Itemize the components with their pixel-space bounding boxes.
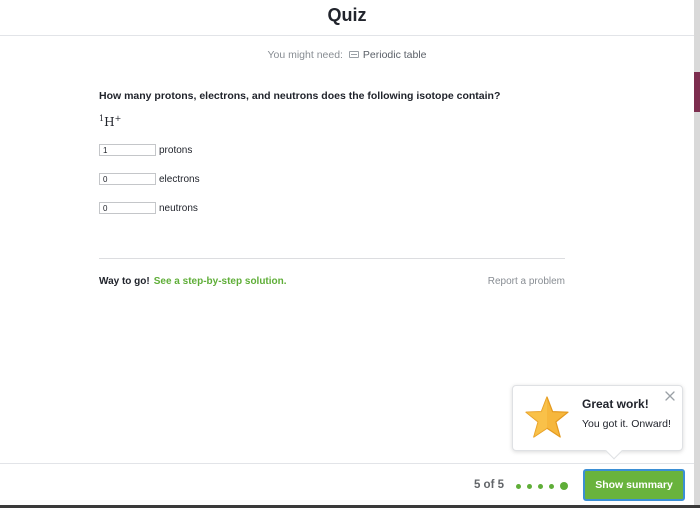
progress-dot	[516, 483, 521, 489]
window-edge	[694, 0, 700, 508]
quiz-footer: 5 of 5 Show summary	[0, 463, 694, 508]
feedback-bar: Way to go! See a step-by-step solution. R…	[99, 276, 565, 287]
feedback-message-group: Way to go! See a step-by-step solution.	[99, 276, 287, 287]
protons-label: protons	[159, 144, 193, 156]
answer-row-protons: protons	[99, 143, 565, 157]
popup-caret	[605, 442, 623, 460]
star-icon	[525, 396, 569, 438]
periodic-table-link[interactable]: Periodic table	[363, 49, 427, 61]
page-title: Quiz	[327, 5, 367, 25]
progress-dot	[538, 483, 543, 489]
isotope-formula: 1H+	[99, 114, 565, 134]
progress-dots	[516, 482, 574, 490]
scroll-accent	[694, 72, 700, 112]
success-popup: Great work! You got it. Onward!	[512, 385, 683, 460]
divider	[99, 258, 565, 259]
element-symbol: H	[104, 115, 115, 129]
resources-label: You might need:	[267, 49, 343, 61]
ion-charge: +	[114, 114, 122, 123]
popup-text: You got it. Onward!	[582, 418, 671, 430]
progress-dot	[549, 483, 554, 489]
show-summary-button[interactable]: Show summary	[583, 469, 685, 501]
answer-row-neutrons: neutrons	[99, 201, 565, 215]
progress-dot	[527, 483, 532, 489]
question-prompt: How many protons, electrons, and neutron…	[99, 90, 501, 102]
resources-bar: You might need: Periodic table	[0, 49, 694, 61]
progress-counter: 5 of 5	[473, 479, 504, 491]
electrons-input[interactable]	[99, 173, 156, 185]
neutrons-label: neutrons	[159, 202, 198, 214]
progress-dot	[560, 482, 568, 490]
solution-link[interactable]: See a step-by-step solution.	[154, 276, 287, 287]
answer-row-electrons: electrons	[99, 172, 565, 186]
feedback-message: Way to go!	[99, 276, 150, 287]
question-area: How many protons, electrons, and neutron…	[99, 90, 565, 230]
report-problem-link[interactable]: Report a problem	[488, 276, 565, 287]
quiz-header: Quiz	[0, 0, 694, 36]
popup-title: Great work!	[582, 397, 649, 411]
close-icon[interactable]	[664, 390, 676, 402]
periodic-table-icon	[348, 51, 359, 58]
electrons-label: electrons	[159, 173, 200, 185]
protons-input[interactable]	[99, 144, 156, 156]
answer-list: protons electrons neutrons	[99, 143, 565, 215]
neutrons-input[interactable]	[99, 202, 156, 214]
